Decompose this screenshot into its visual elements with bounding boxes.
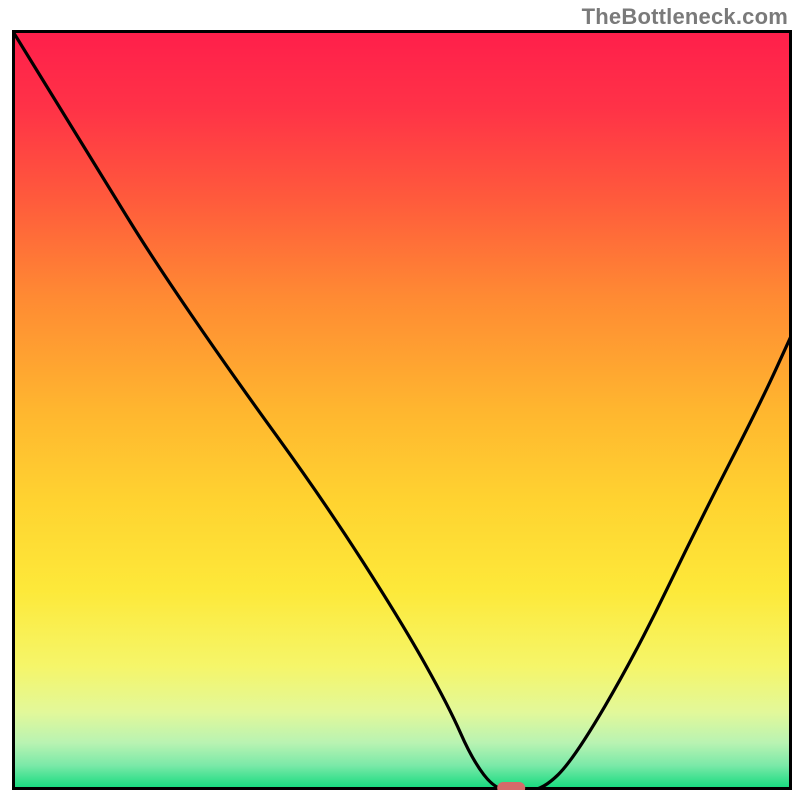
optimal-marker (497, 782, 525, 790)
bottleneck-chart (12, 30, 792, 790)
chart-stage: TheBottleneck.com (0, 0, 800, 800)
plot-background (14, 32, 790, 788)
watermark-text: TheBottleneck.com (582, 4, 788, 30)
